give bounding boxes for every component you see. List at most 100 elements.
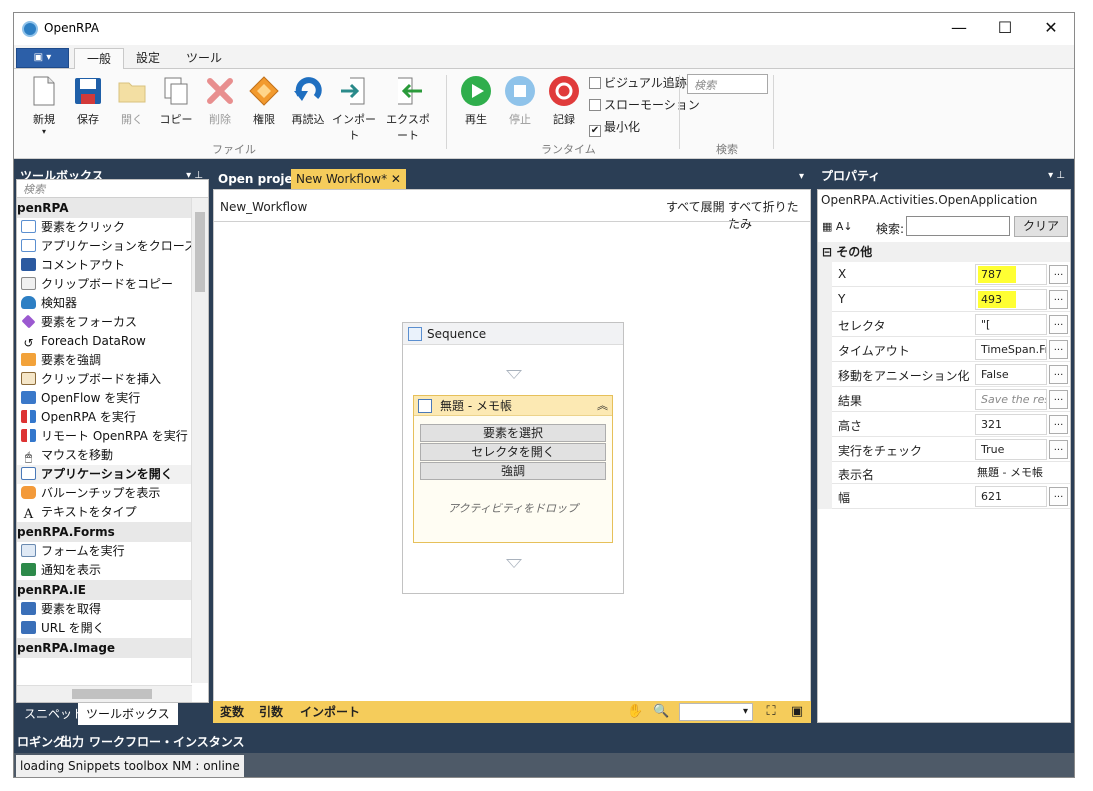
- property-value-field[interactable]: TimeSpan.Fr: [975, 339, 1047, 360]
- ellipsis-button[interactable]: ...: [1049, 415, 1068, 434]
- list-item[interactable]: 🖱 マウスを移動: [17, 446, 208, 465]
- slow-motion-checkbox[interactable]: スローモーション: [589, 96, 700, 113]
- list-item[interactable]: OpenRPA を実行: [17, 408, 208, 427]
- permissions-button[interactable]: 権限: [242, 75, 286, 127]
- property-search-input[interactable]: [906, 216, 1010, 236]
- tab-arguments[interactable]: 引数: [256, 701, 286, 723]
- breadcrumb[interactable]: New_Workflow: [220, 200, 307, 214]
- list-item[interactable]: ↺ Foreach DataRow: [17, 332, 208, 351]
- open-button[interactable]: 開く: [110, 75, 154, 127]
- list-item[interactable]: URL を開く: [17, 619, 208, 638]
- list-item[interactable]: 要素を取得: [17, 600, 208, 619]
- ellipsis-button[interactable]: ...: [1049, 365, 1068, 384]
- list-item[interactable]: OpenFlow を実行: [17, 389, 208, 408]
- ellipsis-button[interactable]: ...: [1049, 265, 1068, 284]
- zoom-icon[interactable]: 🔍: [653, 704, 669, 720]
- fit-to-screen-icon[interactable]: ⛶: [763, 704, 779, 720]
- application-menu-button[interactable]: ▣ ▾: [16, 48, 69, 68]
- export-button[interactable]: エクスポート: [386, 75, 430, 143]
- save-button[interactable]: 保存: [66, 75, 110, 127]
- maximize-button[interactable]: ☐: [982, 13, 1028, 45]
- tab-new-workflow[interactable]: New Workflow* ✕: [291, 169, 406, 189]
- property-category[interactable]: ⊟ その他: [818, 242, 1070, 262]
- toolbox-vertical-scrollbar[interactable]: [191, 198, 208, 683]
- ribbon-search-input[interactable]: 検索: [687, 74, 768, 94]
- hand-pan-icon[interactable]: ✋: [627, 704, 643, 720]
- visual-tracking-checkbox[interactable]: ビジュアル追跡: [589, 74, 687, 91]
- property-row-check-run[interactable]: 実行をチェック True...: [818, 437, 1070, 462]
- list-item[interactable]: アプリケーションを開く: [17, 465, 208, 484]
- minimize-button[interactable]: —: [936, 13, 982, 45]
- drop-arrow-icon[interactable]: [506, 559, 522, 568]
- toolbox-horizontal-scrollbar[interactable]: [17, 685, 192, 702]
- tab-workflow-instances[interactable]: ワークフロー・インスタンス: [88, 731, 246, 753]
- drop-arrow-icon[interactable]: [506, 370, 522, 379]
- list-item[interactable]: コメントアウト: [17, 256, 208, 275]
- record-button[interactable]: 記録: [542, 75, 586, 127]
- ellipsis-button[interactable]: ...: [1049, 440, 1068, 459]
- ribbon-tab-general[interactable]: 一般: [74, 48, 125, 70]
- property-value-field[interactable]: 787: [975, 264, 1047, 285]
- tab-imports[interactable]: インポート: [297, 701, 363, 723]
- property-value-field[interactable]: 無題 - メモ帳: [972, 463, 1044, 484]
- property-row-selector[interactable]: セレクタ "[...: [818, 312, 1070, 337]
- clear-button[interactable]: クリア: [1014, 216, 1068, 237]
- property-value-field[interactable]: 493: [975, 289, 1047, 310]
- list-item[interactable]: バルーンチップを表示: [17, 484, 208, 503]
- property-row-y[interactable]: Y 493...: [818, 287, 1070, 312]
- play-button[interactable]: 再生: [454, 75, 498, 127]
- stop-button[interactable]: 停止: [498, 75, 542, 127]
- ellipsis-button[interactable]: ...: [1049, 340, 1068, 359]
- list-item[interactable]: クリップボードをコピー: [17, 275, 208, 294]
- import-button[interactable]: インポート: [332, 75, 376, 143]
- open-application-activity[interactable]: 無題 - メモ帳 ︽ 要素を選択 セレクタを開く 強調 アクティビティをドロップ: [413, 395, 613, 543]
- expand-all-link[interactable]: すべて展開: [666, 198, 725, 215]
- property-row-display-name[interactable]: 表示名 無題 - メモ帳: [818, 462, 1070, 484]
- property-value-field[interactable]: 621: [975, 486, 1047, 507]
- list-item[interactable]: 検知器: [17, 294, 208, 313]
- ellipsis-button[interactable]: ...: [1049, 315, 1068, 334]
- highlight-button[interactable]: 強調: [420, 462, 606, 480]
- toolbox-category[interactable]: penRPA.IE: [17, 580, 208, 600]
- sequence-header[interactable]: Sequence: [403, 323, 623, 345]
- select-element-button[interactable]: 要素を選択: [420, 424, 606, 442]
- ribbon-tab-settings[interactable]: 設定: [124, 48, 172, 70]
- open-selector-button[interactable]: セレクタを開く: [420, 443, 606, 461]
- tab-close-icon[interactable]: ✕: [391, 172, 401, 186]
- list-item[interactable]: フォームを実行: [17, 542, 208, 561]
- collapse-all-link[interactable]: すべて折りたたみ: [728, 198, 810, 232]
- property-value-field[interactable]: False: [975, 364, 1047, 385]
- pin-icon[interactable]: ▾ ⊥: [1048, 167, 1065, 185]
- list-item[interactable]: A テキストをタイプ: [17, 503, 208, 522]
- ellipsis-button[interactable]: ...: [1049, 290, 1068, 309]
- copy-button[interactable]: コピー: [154, 75, 198, 127]
- toolbox-category[interactable]: penRPA.Image: [17, 638, 208, 658]
- property-row-width[interactable]: 幅 621...: [818, 484, 1070, 509]
- list-item[interactable]: アプリケーションをクローズ: [17, 237, 208, 256]
- ribbon-tab-tools[interactable]: ツール: [174, 48, 234, 70]
- collapse-chevron-icon[interactable]: ︽: [597, 396, 608, 416]
- sequence-activity[interactable]: Sequence 無題 - メモ帳 ︽ 要素を選択 セレクタを開く 強調 アクテ…: [402, 322, 624, 594]
- property-row-x[interactable]: X 787...: [818, 262, 1070, 287]
- tab-dropdown-icon[interactable]: ▾: [799, 171, 804, 182]
- list-item[interactable]: 要素を強調: [17, 351, 208, 370]
- list-item[interactable]: 要素をフォーカス: [17, 313, 208, 332]
- list-item[interactable]: リモート OpenRPA を実行: [17, 427, 208, 446]
- list-item[interactable]: 通知を表示: [17, 561, 208, 580]
- list-item[interactable]: 要素をクリック: [17, 218, 208, 237]
- ellipsis-button[interactable]: ...: [1049, 487, 1068, 506]
- activity-header[interactable]: 無題 - メモ帳 ︽: [414, 396, 612, 416]
- property-value-field[interactable]: "[: [975, 314, 1047, 335]
- toolbox-category[interactable]: penRPA: [17, 198, 208, 218]
- scrollbar-thumb[interactable]: [72, 689, 152, 699]
- property-row-result[interactable]: 結果 Save the res...: [818, 387, 1070, 412]
- tab-toolbox[interactable]: ツールボックス: [78, 703, 178, 725]
- overview-icon[interactable]: ▣: [789, 704, 805, 720]
- close-button[interactable]: ✕: [1028, 13, 1074, 45]
- tab-output[interactable]: 出力: [59, 731, 85, 753]
- zoom-select[interactable]: ▾: [679, 703, 753, 721]
- property-row-height[interactable]: 高さ 321...: [818, 412, 1070, 437]
- property-value-field[interactable]: Save the res: [975, 389, 1047, 410]
- ellipsis-button[interactable]: ...: [1049, 390, 1068, 409]
- minimize-checkbox[interactable]: ✔ 最小化: [589, 118, 640, 137]
